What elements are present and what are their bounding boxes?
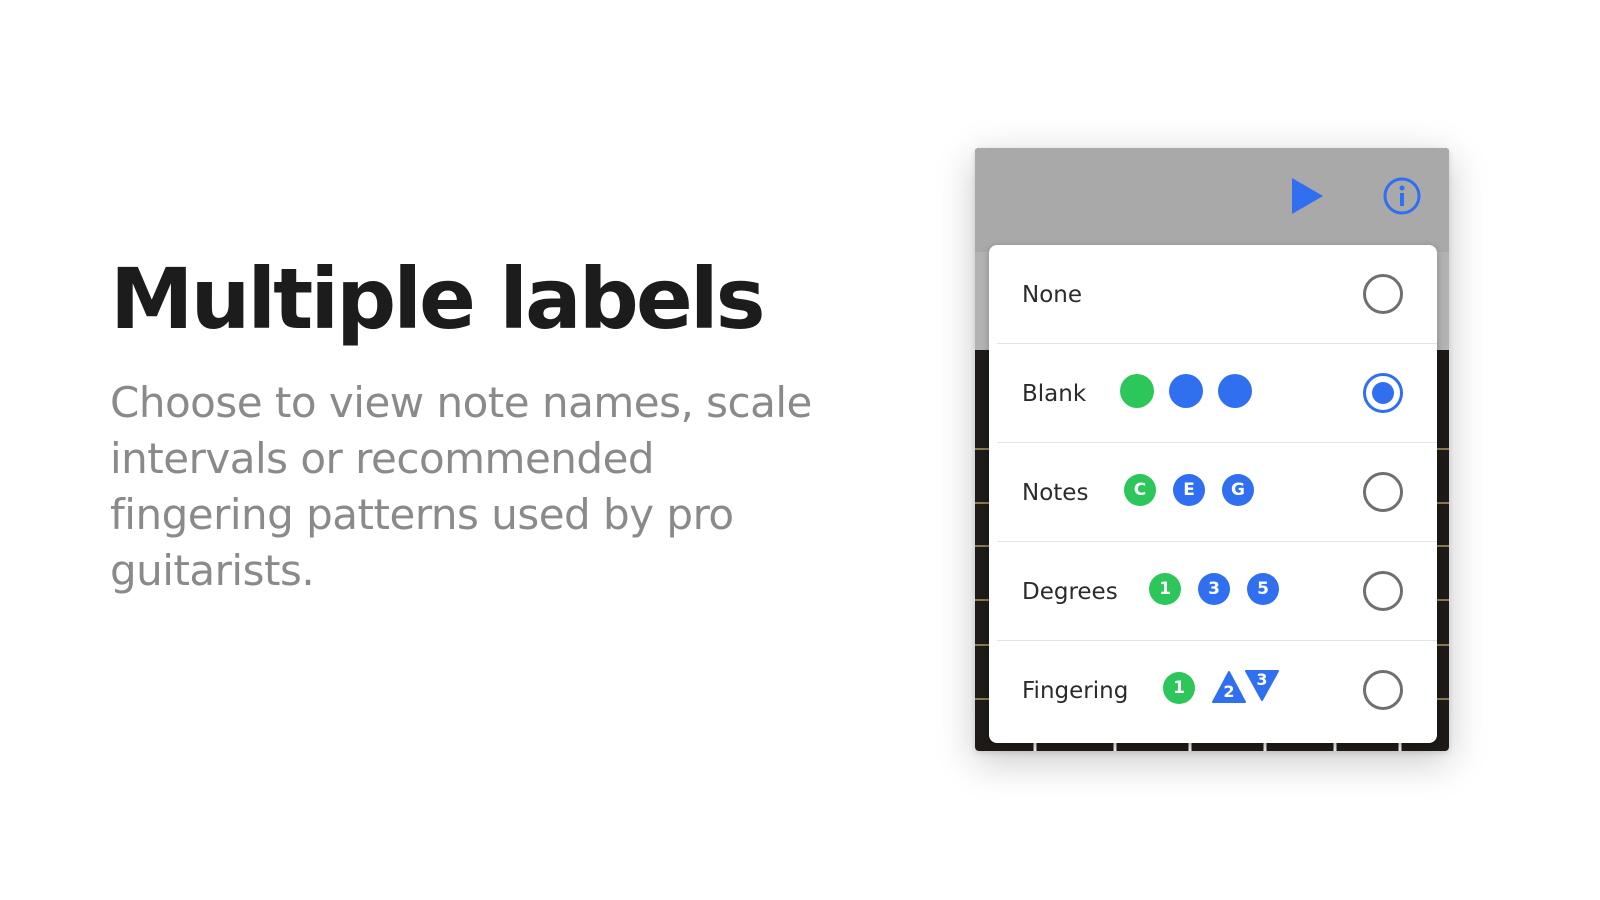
menu-item-label: None xyxy=(1022,282,1083,308)
degree-marker: 1 xyxy=(1149,573,1181,605)
blue-dot-marker xyxy=(1169,374,1203,408)
info-icon xyxy=(1383,177,1421,215)
radio-notes[interactable] xyxy=(1363,472,1403,512)
play-button[interactable] xyxy=(1285,174,1329,218)
note-marker: E xyxy=(1173,474,1205,506)
info-button[interactable] xyxy=(1380,174,1424,218)
promo-slide: Multiple labels Choose to view note name… xyxy=(0,0,1600,900)
radio-fingering[interactable] xyxy=(1363,670,1403,710)
menu-item-label: Blank xyxy=(1022,381,1087,407)
label-mode-menu: None Blank Notes C E G Degrees 1 3 5 Fin… xyxy=(989,245,1437,743)
toolbar xyxy=(975,148,1449,252)
blue-dot-marker xyxy=(1218,374,1252,408)
menu-item-degrees[interactable]: Degrees 1 3 5 xyxy=(989,542,1437,641)
page-title: Multiple labels xyxy=(110,250,766,348)
finger-marker: 1 xyxy=(1163,672,1195,704)
degree-marker: 3 xyxy=(1198,573,1230,605)
phone-mockup: None Blank Notes C E G Degrees 1 3 5 Fin… xyxy=(975,148,1449,751)
menu-item-label: Notes xyxy=(1022,480,1089,506)
menu-item-fingering[interactable]: Fingering 1 2 3 xyxy=(989,641,1437,740)
menu-item-none[interactable]: None xyxy=(989,245,1437,344)
note-marker: G xyxy=(1222,474,1254,506)
menu-item-blank[interactable]: Blank xyxy=(989,344,1437,443)
radio-none[interactable] xyxy=(1363,274,1403,314)
menu-item-label: Degrees xyxy=(1022,579,1118,605)
note-marker: C xyxy=(1124,474,1156,506)
radio-blank[interactable] xyxy=(1363,373,1403,413)
finger-marker-label: 2 xyxy=(1223,682,1235,701)
menu-item-notes[interactable]: Notes C E G xyxy=(989,443,1437,542)
description: Choose to view note names, scale interva… xyxy=(110,378,812,595)
play-icon xyxy=(1292,178,1323,214)
finger-marker-label: 3 xyxy=(1256,670,1268,689)
degree-marker: 5 xyxy=(1247,573,1279,605)
menu-item-label: Fingering xyxy=(1022,678,1129,704)
radio-degrees[interactable] xyxy=(1363,571,1403,611)
green-dot-marker xyxy=(1120,374,1154,408)
